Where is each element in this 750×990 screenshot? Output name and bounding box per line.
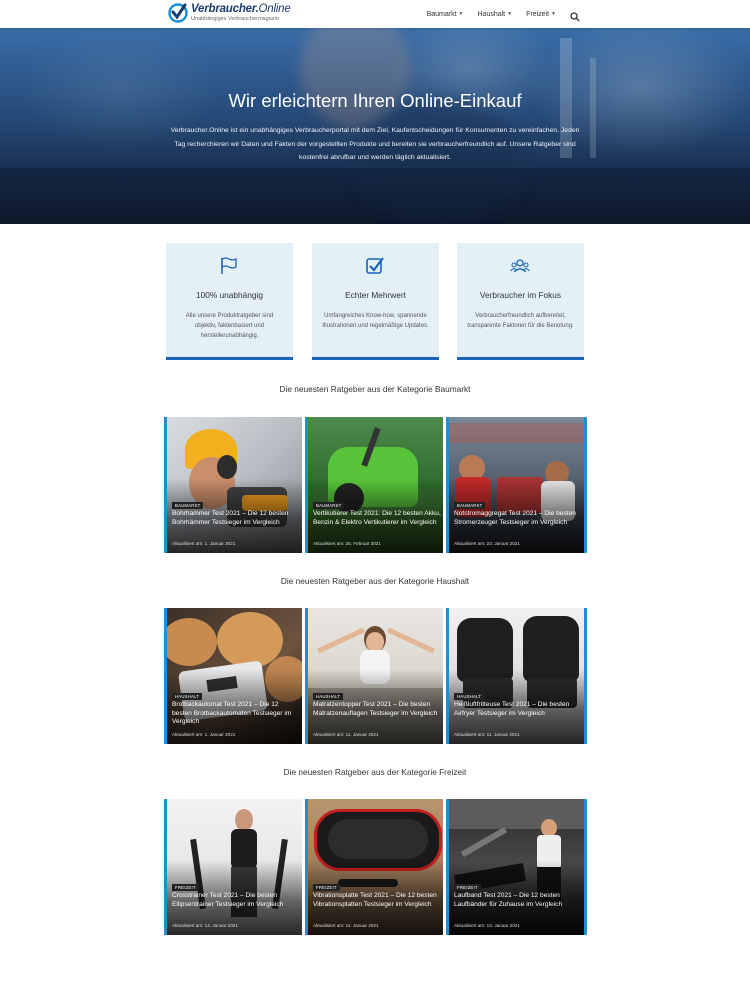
- chevron-down-icon: ▼: [458, 11, 464, 17]
- hero-banner: Wir erleichtern Ihren Online-Einkauf Ver…: [0, 28, 750, 224]
- category-badge[interactable]: BAUMARKT: [454, 502, 486, 509]
- chevron-down-icon: ▼: [551, 11, 556, 17]
- article-title[interactable]: Laufband Test 2021 – Die 12 besten Laufb…: [454, 892, 582, 909]
- article-card[interactable]: HAUSHALT Matratzentopper Test 2021 – Die…: [305, 608, 443, 744]
- article-date: Aktualisiert am: 11. Januar 2021: [313, 923, 379, 928]
- nav-item-freizeit[interactable]: Freizeit ▼: [526, 11, 556, 18]
- feature-title: 100% unabhängig: [196, 290, 263, 300]
- card-row-haushalt: HAUSHALT Brotbackautomat Test 2021 – Die…: [164, 608, 587, 744]
- feature-title: Verbraucher im Fokus: [479, 290, 562, 300]
- article-date: Aktualisiert am: 14. Januar 2021: [172, 923, 238, 928]
- article-card[interactable]: BAUMARKT Notstromaggregat Test 2021 – Di…: [446, 417, 584, 553]
- section-title-freizeit: Die neuesten Ratgeber aus der Kategorie …: [283, 767, 467, 777]
- article-date: Aktualisiert am: 11. Januar 2021: [454, 732, 520, 737]
- site-logo[interactable]: Verbraucher.Online Unabhängiges Verbrauc…: [168, 3, 291, 23]
- article-date: Aktualisiert am: 23. Januar 2021: [454, 541, 520, 546]
- card-row-freizeit: FREIZEIT Crosstrainer Test 2021 – Die be…: [164, 799, 587, 935]
- feature-text: Umfangreiches Know-how, spannende Illust…: [322, 313, 429, 329]
- article-card[interactable]: BAUMARKT Bohrhammer Test 2021 – Die 12 b…: [164, 417, 302, 553]
- card-row-baumarkt: BAUMARKT Bohrhammer Test 2021 – Die 12 b…: [164, 417, 587, 553]
- article-card[interactable]: FREIZEIT Vibrationsplatte Test 2021 – Di…: [305, 799, 443, 935]
- logo-title: Verbraucher.Online: [191, 3, 291, 15]
- hero-title: Wir erleichtern Ihren Online-Einkauf: [228, 90, 522, 111]
- section-title-baumarkt: Die neuesten Ratgeber aus der Kategorie …: [279, 384, 471, 394]
- search-icon[interactable]: [570, 9, 580, 22]
- chevron-down-icon: ▼: [507, 11, 513, 17]
- site-header: Verbraucher.Online Unabhängiges Verbrauc…: [0, 0, 750, 28]
- logo-subtitle: Unabhängiges Verbrauchermagazin: [191, 15, 279, 22]
- category-badge[interactable]: FREIZEIT: [313, 884, 340, 891]
- feature-box-independent: 100% unabhängig Alle unsere Produktratge…: [166, 243, 293, 360]
- article-date: Aktualisiert am: 11. Januar 2021: [313, 732, 379, 737]
- article-title[interactable]: Bohrhammer Test 2021 – Die 12 besten Boh…: [172, 510, 300, 527]
- article-date: Aktualisiert am: 1. Januar 2021: [172, 541, 236, 546]
- feature-box-consumer: Verbraucher im Fokus Verbraucherfreundli…: [457, 243, 584, 360]
- flag-icon: [219, 257, 239, 275]
- category-badge[interactable]: FREIZEIT: [454, 884, 481, 891]
- article-title[interactable]: Notstromaggregat Test 2021 – Die besten …: [454, 510, 582, 527]
- category-badge[interactable]: BAUMARKT: [172, 502, 204, 509]
- article-date: Aktualisiert am: 1. Januar 2021: [172, 732, 236, 737]
- nav-item-baumarkt[interactable]: Baumarkt ▼: [427, 11, 464, 18]
- nav-item-haushalt[interactable]: Haushalt ▼: [478, 11, 513, 18]
- article-title[interactable]: Heißluftfritteuse Test 2021 – Die besten…: [454, 701, 582, 718]
- category-badge[interactable]: BAUMARKT: [313, 502, 345, 509]
- article-card[interactable]: FREIZEIT Laufband Test 2021 – Die 12 bes…: [446, 799, 584, 935]
- article-title[interactable]: Vertikutierer Test 2021: Die 12 besten A…: [313, 510, 441, 527]
- feature-title: Echter Mehrwert: [345, 290, 406, 300]
- category-badge[interactable]: HAUSHALT: [313, 693, 344, 700]
- checkbox-icon: [365, 257, 385, 275]
- hero-text: Verbraucher.Online ist ein unabhängiges …: [170, 127, 580, 161]
- article-date: Aktualisiert am: 13. Januar 2021: [454, 923, 520, 928]
- logo-check-icon: [168, 3, 188, 23]
- article-card[interactable]: BAUMARKT Vertikutierer Test 2021: Die 12…: [305, 417, 443, 553]
- category-badge[interactable]: HAUSHALT: [454, 693, 485, 700]
- users-icon: [510, 257, 530, 275]
- article-title[interactable]: Crosstrainer Test 2021 – Die besten Elli…: [172, 892, 300, 909]
- feature-box-value: Echter Mehrwert Umfangreiches Know-how, …: [312, 243, 439, 360]
- article-card[interactable]: HAUSHALT Brotbackautomat Test 2021 – Die…: [164, 608, 302, 744]
- category-badge[interactable]: HAUSHALT: [172, 693, 203, 700]
- main-nav: Baumarkt ▼ Haushalt ▼ Freizeit ▼: [413, 0, 580, 28]
- article-title[interactable]: Matratzentopper Test 2021 – Die besten M…: [313, 701, 441, 718]
- article-date: Aktualisiert am: 25. Februar 2021: [313, 541, 381, 546]
- category-badge[interactable]: FREIZEIT: [172, 884, 199, 891]
- section-title-haushalt: Die neuesten Ratgeber aus der Kategorie …: [280, 576, 470, 586]
- article-card[interactable]: HAUSHALT Heißluftfritteuse Test 2021 – D…: [446, 608, 584, 744]
- feature-text: Alle unsere Produktratgeber sind objekti…: [185, 313, 274, 339]
- article-title[interactable]: Brotbackautomat Test 2021 – Die 12 beste…: [172, 701, 300, 727]
- article-card[interactable]: FREIZEIT Crosstrainer Test 2021 – Die be…: [164, 799, 302, 935]
- article-title[interactable]: Vibrationsplatte Test 2021 – Die 12 best…: [313, 892, 441, 909]
- feature-text: Verbraucherfreundlich aufbereitet, trans…: [467, 313, 574, 329]
